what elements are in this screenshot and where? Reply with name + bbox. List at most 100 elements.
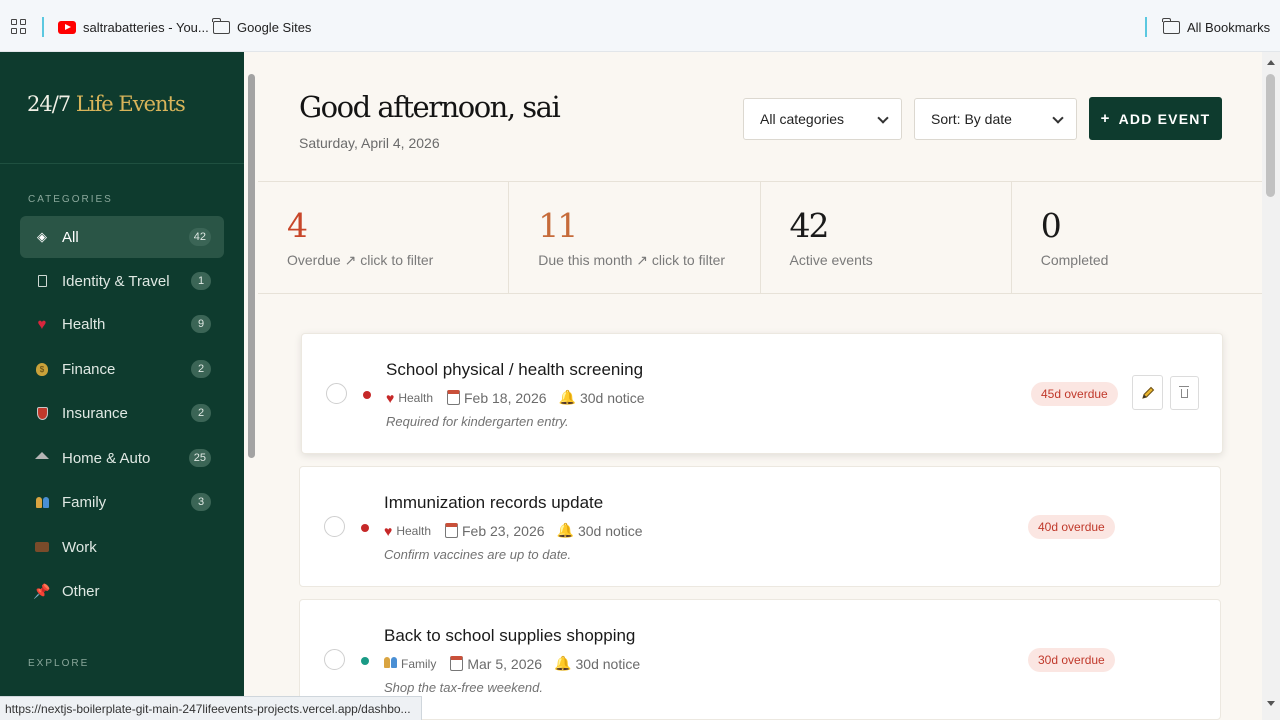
event-title: School physical / health screening [386, 360, 644, 379]
sidebar-item-label: Identity & Travel [62, 272, 170, 290]
event-date: Feb 18, 2026 [464, 389, 547, 406]
count-badge: 2 [191, 404, 211, 422]
event-category: Family [401, 656, 437, 671]
page-scrollbar[interactable] [1262, 52, 1280, 720]
overdue-badge: 30d overdue [1028, 648, 1115, 672]
select-value: Sort: By date [931, 111, 1012, 127]
house-icon [34, 450, 50, 466]
complete-checkbox[interactable] [326, 383, 347, 404]
event-title: Immunization records update [384, 493, 604, 512]
stat-label: Due this month ↗ click to filter [538, 252, 726, 268]
stat-label: Active events [789, 252, 873, 268]
calendar-icon [450, 656, 464, 671]
all-bookmarks[interactable]: All Bookmarks [1162, 17, 1271, 37]
youtube-icon [58, 20, 76, 34]
sidebar-item-label: Health [62, 315, 106, 333]
count-badge: 3 [191, 493, 211, 511]
category-filter-select[interactable]: All categories [743, 98, 902, 140]
bell-icon: 🔔 [556, 522, 574, 538]
stat-overdue[interactable]: 4 Overdue ↗ click to filter [258, 182, 510, 293]
sidebar-item-home-auto[interactable]: Home & Auto 25 [20, 437, 224, 479]
delete-button[interactable] [1170, 376, 1199, 410]
sidebar-item-finance[interactable]: $ Finance 2 [20, 348, 224, 390]
bell-icon: 🔔 [554, 655, 572, 671]
money-bag-icon: $ [34, 361, 50, 377]
stat-active-events: 42 Active events [761, 182, 1012, 293]
event-meta: Family Mar 5, 2026 🔔 30d notice [384, 655, 640, 672]
count-badge: 25 [188, 449, 211, 467]
briefcase-icon [34, 539, 50, 555]
bookmark-label: saltrabatteries - You... [83, 19, 209, 35]
pencil-icon [1141, 386, 1154, 399]
stat-completed: 0 Completed [1012, 182, 1262, 293]
main-scrollbar[interactable] [246, 60, 256, 460]
event-note: Shop the tax-free weekend. [384, 680, 543, 695]
edit-button[interactable] [1132, 375, 1163, 410]
scroll-down-arrow-icon[interactable] [1267, 701, 1275, 706]
sidebar-item-label: Finance [62, 360, 116, 378]
event-date: Feb 23, 2026 [462, 522, 545, 539]
event-card[interactable]: Immunization records update ♥ Health Feb… [299, 466, 1221, 587]
sidebar-divider [0, 163, 244, 164]
stat-value: 0 [1040, 206, 1062, 245]
family-icon [384, 656, 397, 671]
app-logo[interactable]: 24/7 Life Events [27, 92, 186, 116]
sidebar: 24/7 Life Events CATEGORIES ◈ All 42 Ide… [0, 52, 244, 720]
scrollbar-thumb[interactable] [248, 74, 255, 458]
sidebar-item-health[interactable]: ♥ Health 9 [20, 303, 224, 345]
logo-prefix: 24/7 [27, 92, 71, 116]
event-meta: ♥ Health Feb 18, 2026 🔔 30d notice [386, 389, 645, 406]
sidebar-item-work[interactable]: Work [20, 526, 224, 568]
categories-heading: CATEGORIES [28, 194, 113, 205]
event-date: Mar 5, 2026 [467, 655, 543, 672]
heart-icon: ♥ [384, 522, 393, 539]
overdue-badge: 45d overdue [1031, 382, 1118, 406]
apps-grid-icon[interactable] [11, 19, 26, 34]
scrollbar-thumb[interactable] [1266, 74, 1275, 197]
sort-select[interactable]: Sort: By date [914, 98, 1077, 140]
bell-icon: 🔔 [558, 389, 576, 405]
sidebar-item-other[interactable]: 📌 Other [20, 570, 224, 612]
current-date: Saturday, April 4, 2026 [299, 135, 440, 151]
plus-icon: + [1100, 110, 1111, 127]
stat-label: Overdue ↗ click to filter [287, 252, 434, 268]
sidebar-item-identity-travel[interactable]: Identity & Travel 1 [20, 260, 224, 302]
heart-icon: ♥ [37, 315, 47, 333]
sidebar-item-label: All [62, 228, 79, 246]
scroll-up-arrow-icon[interactable] [1267, 60, 1275, 65]
complete-checkbox[interactable] [324, 516, 345, 537]
sidebar-item-family[interactable]: Family 3 [20, 481, 224, 523]
pin-icon: 📌 [33, 582, 51, 599]
event-card[interactable]: Back to school supplies shopping Family … [299, 599, 1221, 720]
stat-due-this-month[interactable]: 11 Due this month ↗ click to filter [509, 182, 761, 293]
select-value: All categories [760, 111, 845, 127]
bookmarks-separator [1145, 17, 1147, 37]
bookmark-saltrabatteries[interactable]: saltrabatteries - You... [58, 17, 209, 37]
diamond-icon: ◈ [37, 229, 47, 244]
event-card[interactable]: School physical / health screening ♥ Hea… [301, 333, 1223, 454]
heart-icon: ♥ [386, 389, 395, 406]
event-note: Required for kindergarten entry. [386, 414, 569, 429]
sidebar-item-all[interactable]: ◈ All 42 [20, 216, 224, 258]
sidebar-item-insurance[interactable]: Insurance 2 [20, 392, 224, 434]
trash-icon [1179, 385, 1189, 398]
event-category: Health [396, 523, 431, 538]
bookmark-google-sites[interactable]: Google Sites [212, 17, 312, 37]
bookmark-label: Google Sites [237, 19, 312, 35]
sidebar-item-label: Family [62, 493, 107, 511]
event-note: Confirm vaccines are up to date. [384, 547, 572, 562]
all-bookmarks-label: All Bookmarks [1187, 19, 1271, 35]
complete-checkbox[interactable] [324, 649, 345, 670]
count-badge: 2 [191, 360, 211, 378]
status-dot [361, 524, 369, 532]
sidebar-item-label: Home & Auto [62, 449, 151, 467]
family-icon [34, 494, 50, 510]
add-event-label: ADD EVENT [1118, 110, 1211, 127]
page-title: Good afternoon, sai [299, 90, 561, 124]
status-bar-url: https://nextjs-boilerplate-git-main-247l… [0, 696, 422, 720]
count-badge: 42 [188, 228, 211, 246]
event-category: Health [398, 390, 433, 405]
stat-value: 11 [538, 206, 578, 245]
add-event-button[interactable]: + ADD EVENT [1089, 97, 1222, 140]
event-title: Back to school supplies shopping [384, 626, 636, 645]
